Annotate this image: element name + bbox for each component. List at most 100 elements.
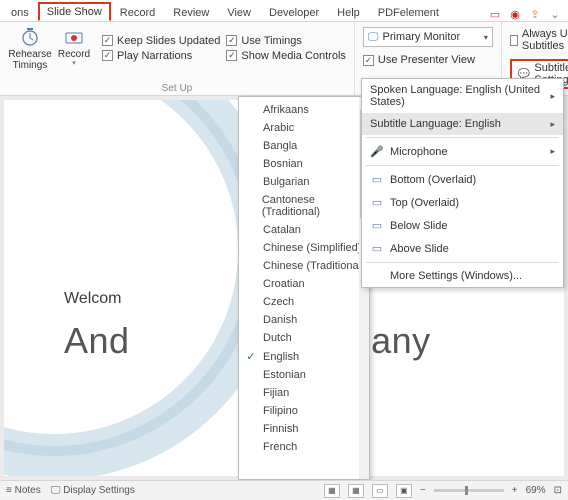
language-item[interactable]: Filipino: [239, 402, 369, 420]
language-item[interactable]: Chinese (Traditional): [239, 257, 369, 275]
tab-developer[interactable]: Developer: [260, 3, 328, 21]
record-button[interactable]: Record ▾: [52, 25, 96, 71]
zoom-level[interactable]: 69%: [526, 485, 546, 496]
above-slide-item[interactable]: ▭Above Slide: [362, 237, 563, 260]
zoom-out-button[interactable]: −: [420, 485, 426, 496]
rehearse-timings-button[interactable]: Rehearse Timings: [8, 25, 52, 71]
language-label: Chinese (Simplified): [263, 242, 361, 254]
language-label: Fijian: [263, 387, 289, 399]
microphone-item[interactable]: 🎤 Microphone ▸: [362, 140, 563, 163]
tab-slide-show[interactable]: Slide Show: [38, 2, 111, 21]
language-list-popup: AfrikaansArabic Bangla Bosnian Bulgarian Can…: [238, 96, 370, 480]
below-slide-item[interactable]: ▭ Below Slide: [362, 214, 563, 237]
tab-record[interactable]: Record: [111, 3, 164, 21]
language-item[interactable]: Catalan: [239, 221, 369, 239]
microphone-icon: 🎤: [370, 145, 384, 158]
always-use-subtitles-checkbox[interactable]: Always Use Subtitles: [510, 28, 568, 52]
language-item[interactable]: Estonian: [239, 366, 369, 384]
status-bar: ≡ Notes 🖵 Display Settings ▦ ▦ ▭ ▣ − + 6…: [0, 480, 568, 500]
language-item[interactable]: ✓English: [239, 347, 369, 366]
language-item[interactable]: Danish: [239, 311, 369, 329]
keep-updated-label: Keep Slides Updated: [117, 35, 220, 47]
checkbox-icon: [226, 35, 237, 46]
reading-view-button[interactable]: ▭: [372, 484, 388, 498]
chevron-right-icon: ▸: [550, 91, 555, 102]
language-item[interactable]: Finnish: [239, 420, 369, 438]
language-label: Bangla: [263, 140, 297, 152]
language-label: Bosnian: [263, 158, 303, 170]
bottom-overlaid-item[interactable]: ▭Bottom (Overlaid): [362, 168, 563, 191]
record-label: Record: [58, 49, 90, 60]
chevron-right-icon: ▸: [550, 119, 555, 130]
more-settings-item[interactable]: More Settings (Windows)...: [362, 265, 563, 287]
clock-icon: [20, 27, 40, 47]
language-item[interactable]: Fijian: [239, 384, 369, 402]
language-label: Estonian: [263, 369, 306, 381]
tab-review[interactable]: Review: [164, 3, 218, 21]
fit-to-window-button[interactable]: ⊡: [554, 485, 562, 496]
spoken-language-item[interactable]: Spoken Language: English (United States)…: [362, 79, 563, 113]
notes-button[interactable]: ≡ Notes: [6, 485, 41, 496]
show-media-controls-checkbox[interactable]: Show Media Controls: [226, 50, 346, 62]
slideshow-view-button[interactable]: ▣: [396, 484, 412, 498]
normal-view-button[interactable]: ▦: [324, 484, 340, 498]
language-item[interactable]: Chinese (Simplified): [239, 239, 369, 257]
keep-slides-updated-checkbox[interactable]: Keep Slides Updated: [102, 35, 220, 47]
bottom-label: Bottom (Overlaid): [390, 174, 476, 186]
checkbox-icon: [102, 35, 113, 46]
more-settings-label: More Settings (Windows)...: [390, 270, 522, 282]
display-settings-button[interactable]: 🖵 Display Settings: [51, 485, 135, 496]
minimize-ribbon-icon[interactable]: ⌄: [548, 7, 562, 21]
chevron-down-icon: ▾: [72, 60, 76, 68]
subtitle-language-label: Subtitle Language: English: [370, 118, 501, 130]
play-narrations-checkbox[interactable]: Play Narrations: [102, 50, 220, 62]
checkbox-icon: [363, 55, 374, 66]
monitor-select[interactable]: 🖵 Primary Monitor ▾: [363, 27, 493, 47]
below-label: Below Slide: [390, 220, 447, 232]
zoom-in-button[interactable]: +: [512, 485, 518, 496]
chevron-right-icon: ▸: [550, 146, 555, 157]
use-timings-checkbox[interactable]: Use Timings: [226, 35, 346, 47]
position-icon: ▭: [370, 219, 384, 232]
checkbox-icon: [226, 50, 237, 61]
subtitle-settings-menu: Spoken Language: English (United States)…: [361, 78, 564, 288]
share-icon[interactable]: ⇪: [528, 7, 542, 21]
language-item[interactable]: Arabic: [239, 119, 369, 137]
language-item[interactable]: Czech: [239, 293, 369, 311]
tab-view[interactable]: View: [218, 3, 260, 21]
tab-help[interactable]: Help: [328, 3, 369, 21]
menu-separator: [366, 137, 559, 138]
language-list: AfrikaansArabic Bangla Bosnian Bulgarian Can…: [239, 97, 369, 460]
language-item[interactable]: Croatian: [239, 275, 369, 293]
chevron-down-icon: ▾: [484, 33, 488, 42]
language-item[interactable]: Bosnian: [239, 155, 369, 173]
checkbox-icon: [102, 50, 113, 61]
subtitle-language-item[interactable]: Subtitle Language: English ▸: [362, 113, 563, 135]
use-timings-label: Use Timings: [241, 35, 302, 47]
language-item[interactable]: Afrikaans: [239, 101, 369, 119]
use-presenter-view-checkbox[interactable]: Use Presenter View: [363, 54, 493, 66]
language-item[interactable]: Dutch: [239, 329, 369, 347]
language-item[interactable]: Bulgarian: [239, 173, 369, 191]
record-big-icon: [64, 27, 84, 47]
language-label: Croatian: [263, 278, 305, 290]
tab-pdfelement[interactable]: PDFelement: [369, 3, 448, 21]
language-label: Chinese (Traditional): [263, 260, 365, 272]
show-media-label: Show Media Controls: [241, 50, 346, 62]
position-icon: ▭: [370, 196, 384, 209]
comments-icon[interactable]: ▭: [488, 7, 502, 21]
language-label: Cantonese (Traditional): [262, 194, 365, 218]
zoom-slider[interactable]: [434, 489, 504, 492]
sorter-view-button[interactable]: ▦: [348, 484, 364, 498]
language-item[interactable]: Cantonese (Traditional): [239, 191, 369, 221]
monitor-value: Primary Monitor: [383, 31, 461, 43]
monitor-icon: 🖵: [368, 31, 379, 44]
top-overlaid-item[interactable]: ▭Top (Overlaid): [362, 191, 563, 214]
microphone-label: Microphone: [390, 146, 447, 158]
record-icon[interactable]: ◉: [508, 7, 522, 21]
language-item[interactable]: French: [239, 438, 369, 456]
checkbox-icon: [510, 35, 518, 46]
language-label: Dutch: [263, 332, 292, 344]
language-item[interactable]: Bangla: [239, 137, 369, 155]
tab-truncated[interactable]: ons: [2, 3, 38, 21]
